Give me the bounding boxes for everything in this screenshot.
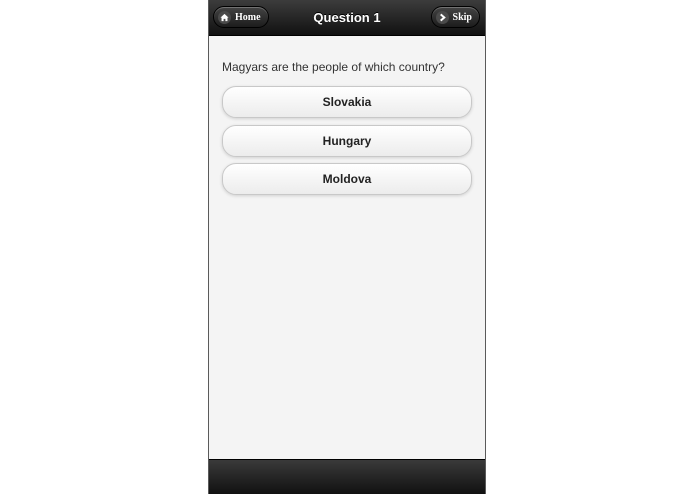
header-bar: Home Question 1 Skip	[209, 0, 485, 36]
answer-label: Slovakia	[322, 95, 372, 109]
phone-frame: Home Question 1 Skip Magyars are the peo…	[208, 0, 486, 494]
skip-button-label: Skip	[452, 11, 472, 23]
answer-button-moldova[interactable]: Moldova	[222, 163, 472, 195]
answer-label: Hungary	[322, 134, 372, 148]
answer-button-hungary[interactable]: Hungary	[222, 125, 472, 157]
skip-button[interactable]: Skip	[430, 6, 480, 28]
question-text: Magyars are the people of which country?	[222, 60, 445, 74]
answer-label: Moldova	[322, 172, 372, 186]
chevron-right-icon	[435, 10, 449, 24]
footer-bar	[209, 459, 485, 494]
answer-button-slovakia[interactable]: Slovakia	[222, 86, 472, 118]
